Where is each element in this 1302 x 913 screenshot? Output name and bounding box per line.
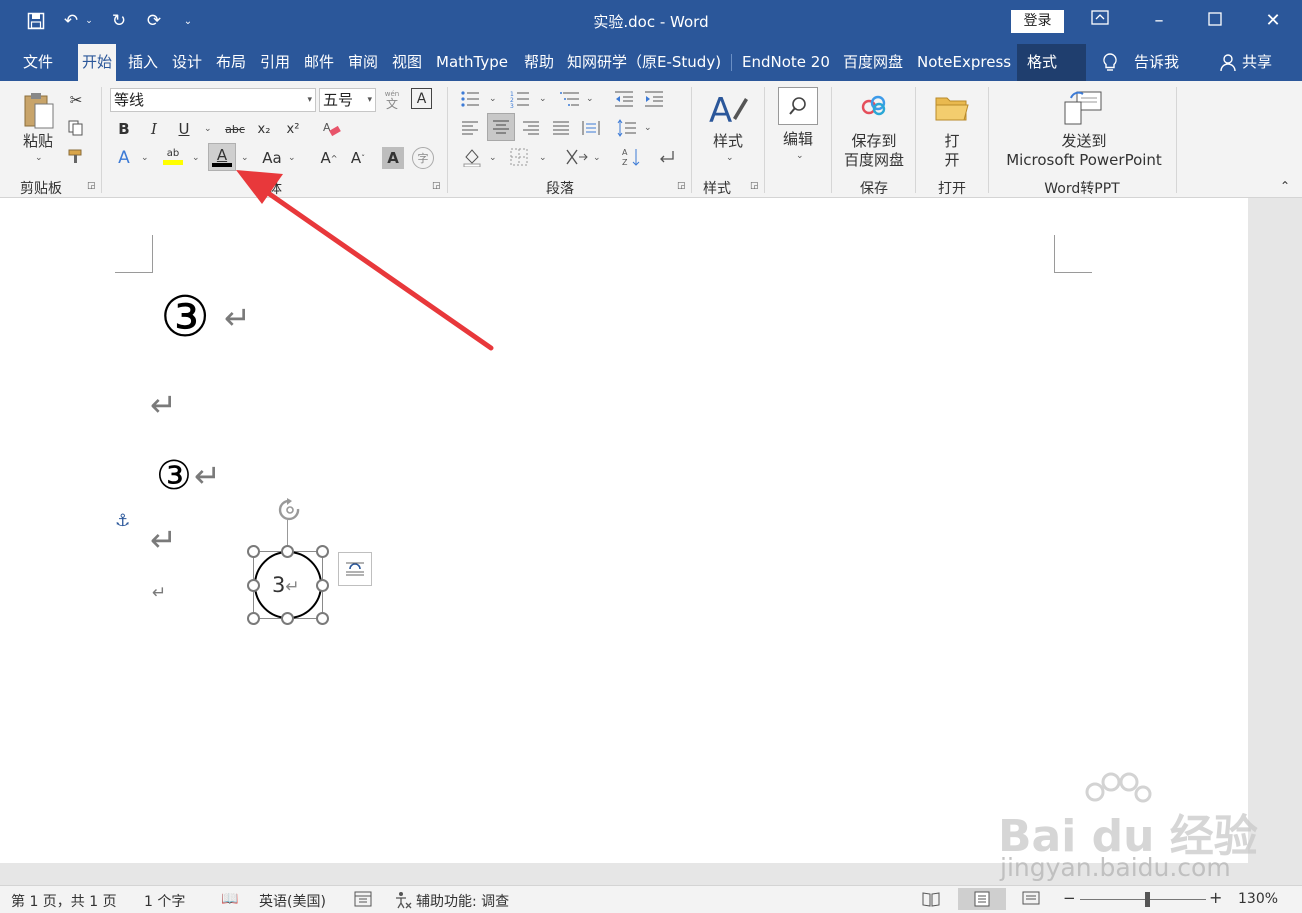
- zoom-out-icon[interactable]: −: [1063, 889, 1076, 907]
- word-count[interactable]: 1 个字: [144, 891, 185, 911]
- accessibility-status[interactable]: 辅助功能: 调查: [416, 891, 509, 911]
- language[interactable]: 英语(美国): [259, 891, 326, 911]
- watermark-url: jingyan.baidu.com: [1000, 853, 1231, 882]
- status-bar: 第 1 页，共 1 页 1 个字 📖 英语(美国) 辅助功能: 调查 − + 1…: [0, 885, 1302, 913]
- print-layout-icon[interactable]: [958, 888, 1006, 910]
- zoom-slider-thumb[interactable]: [1145, 892, 1150, 907]
- page-count[interactable]: 第 1 页，共 1 页: [11, 891, 117, 911]
- zoom-slider[interactable]: [1080, 899, 1206, 900]
- web-layout-icon[interactable]: [1022, 891, 1040, 911]
- zoom-in-icon[interactable]: +: [1209, 888, 1222, 907]
- accessibility-icon[interactable]: [394, 891, 412, 913]
- zoom-level[interactable]: 130%: [1238, 891, 1278, 907]
- macro-icon[interactable]: [354, 891, 372, 911]
- baidu-paw-icon: [1083, 772, 1153, 814]
- proofing-icon[interactable]: 📖: [221, 891, 238, 907]
- read-mode-icon[interactable]: [922, 891, 940, 911]
